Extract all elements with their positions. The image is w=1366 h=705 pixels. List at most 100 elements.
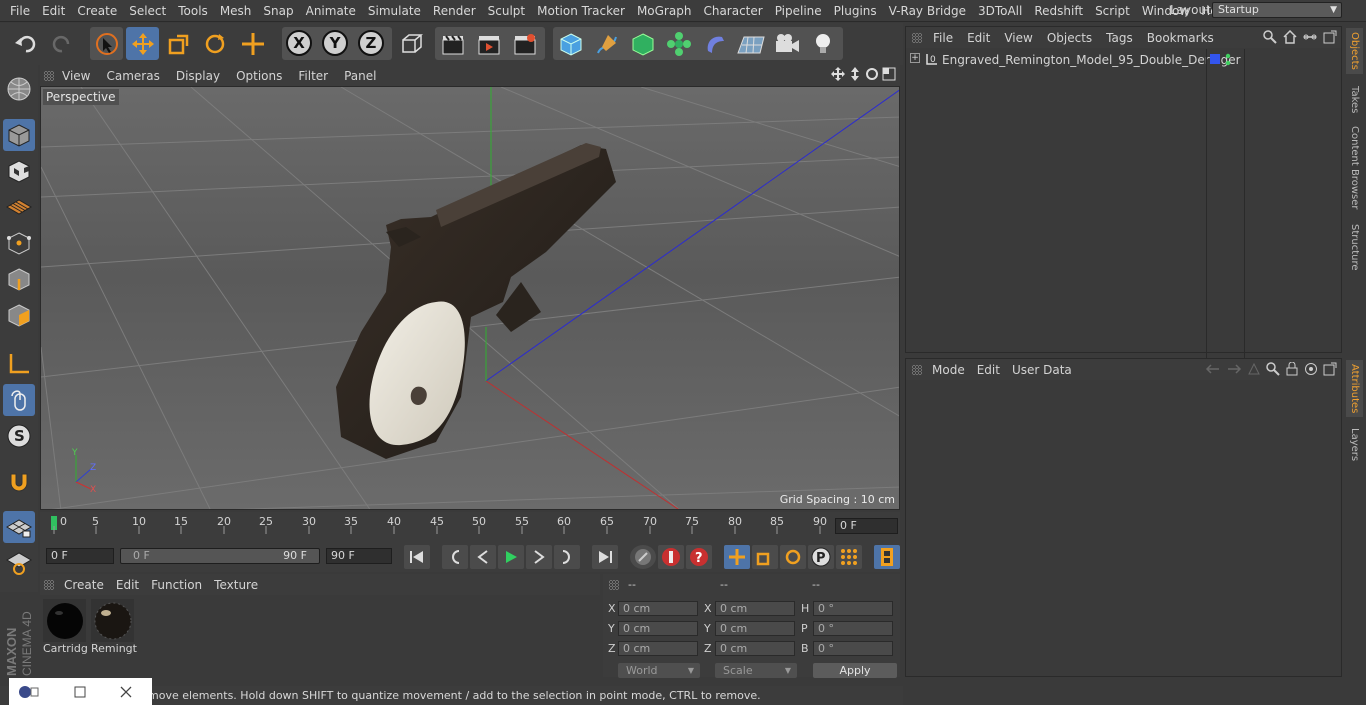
maximize-view-icon[interactable] xyxy=(882,67,896,81)
size-y-field[interactable]: 0 cm xyxy=(715,621,795,636)
floor-button[interactable] xyxy=(734,27,767,60)
tab-attributes[interactable]: Attributes xyxy=(1346,360,1363,418)
menu-redshift[interactable]: Redshift xyxy=(1028,4,1089,18)
motion-record-button[interactable] xyxy=(630,545,656,569)
position-x-field[interactable]: 0 cm xyxy=(618,601,698,616)
up-arrow-icon[interactable] xyxy=(1247,362,1261,376)
menu-character[interactable]: Character xyxy=(697,4,768,18)
zoom-view-icon[interactable] xyxy=(848,67,862,81)
menu-select[interactable]: Select xyxy=(123,4,172,18)
workplane-lock-button[interactable] xyxy=(3,511,35,543)
render-settings-button[interactable] xyxy=(508,27,541,60)
snap-button[interactable] xyxy=(3,466,35,498)
edges-mode-button[interactable] xyxy=(3,263,35,295)
object-name[interactable]: Engraved_Remington_Model_95_Double_Derin… xyxy=(942,53,1241,67)
render-view-button[interactable] xyxy=(436,27,469,60)
deringer-model[interactable] xyxy=(336,143,616,459)
rotation-p-field[interactable]: 0 ° xyxy=(813,621,893,636)
play-button[interactable] xyxy=(498,545,524,569)
menu-mograph[interactable]: MoGraph xyxy=(631,4,698,18)
drag-handle-icon[interactable] xyxy=(44,580,54,590)
deformer-button[interactable] xyxy=(698,27,731,60)
vp-menu-filter[interactable]: Filter xyxy=(290,69,336,83)
attr-menu-mode[interactable]: Mode xyxy=(926,363,971,377)
scale-dropdown[interactable]: Scale ▼ xyxy=(715,663,797,678)
menu-script[interactable]: Script xyxy=(1089,4,1136,18)
live-selection-button[interactable] xyxy=(90,27,123,60)
obj-menu-objects[interactable]: Objects xyxy=(1040,31,1099,45)
position-y-field[interactable]: 0 cm xyxy=(618,621,698,636)
lock-icon[interactable] xyxy=(1285,362,1299,376)
make-editable-button[interactable] xyxy=(3,73,35,105)
vp-menu-cameras[interactable]: Cameras xyxy=(98,69,167,83)
search-icon[interactable] xyxy=(1263,30,1277,44)
timeline-ruler[interactable]: 0 5 10 15 20 25 30 35 40 45 50 55 60 65 … xyxy=(40,512,900,542)
drag-handle-icon[interactable] xyxy=(912,365,922,375)
mat-menu-edit[interactable]: Edit xyxy=(110,578,145,592)
vp-menu-display[interactable]: Display xyxy=(168,69,228,83)
light-button[interactable] xyxy=(806,27,839,60)
menu-render[interactable]: Render xyxy=(427,4,482,18)
render-picture-viewer-button[interactable] xyxy=(472,27,505,60)
points-mode-button[interactable] xyxy=(3,227,35,259)
obj-menu-view[interactable]: View xyxy=(997,31,1039,45)
move-tool-button[interactable] xyxy=(126,27,159,60)
go-to-end-button[interactable] xyxy=(592,545,618,569)
vp-menu-view[interactable]: View xyxy=(54,69,98,83)
previous-frame-button[interactable] xyxy=(470,545,496,569)
key-parameter-button[interactable]: P xyxy=(808,545,834,569)
drag-handle-icon[interactable] xyxy=(44,70,54,81)
move-view-icon[interactable] xyxy=(831,67,845,81)
undo-button[interactable] xyxy=(9,27,42,60)
size-z-field[interactable]: 0 cm xyxy=(715,641,795,656)
new-window-icon[interactable] xyxy=(1323,30,1337,44)
tab-objects[interactable]: Objects xyxy=(1346,28,1363,74)
texture-mode-button[interactable] xyxy=(3,155,35,187)
autokey-button[interactable]: ? xyxy=(686,545,712,569)
frame-range-slider[interactable]: 0 F 90 F xyxy=(120,548,320,564)
position-z-field[interactable]: 0 cm xyxy=(618,641,698,656)
menu-file[interactable]: File xyxy=(4,4,36,18)
obj-menu-file[interactable]: File xyxy=(926,31,960,45)
drag-handle-icon[interactable] xyxy=(912,33,922,43)
menu-create[interactable]: Create xyxy=(71,4,123,18)
redo-button[interactable] xyxy=(45,27,78,60)
size-x-field[interactable]: 0 cm xyxy=(715,601,795,616)
x-axis-lock-button[interactable]: X xyxy=(286,30,312,56)
subdivision-button[interactable] xyxy=(626,27,659,60)
tab-layers[interactable]: Layers xyxy=(1346,426,1363,463)
tab-structure[interactable]: Structure xyxy=(1346,222,1363,273)
transform-tool-button[interactable] xyxy=(236,27,269,60)
new-window-icon[interactable] xyxy=(1323,362,1337,376)
attr-menu-edit[interactable]: Edit xyxy=(971,363,1006,377)
drag-handle-icon[interactable] xyxy=(609,580,619,590)
vp-menu-options[interactable]: Options xyxy=(228,69,290,83)
workplane-mode-button[interactable] xyxy=(3,191,35,223)
menu-edit[interactable]: Edit xyxy=(36,4,71,18)
previous-key-button[interactable] xyxy=(442,545,468,569)
menu-motion-tracker[interactable]: Motion Tracker xyxy=(531,4,631,18)
obj-menu-bookmarks[interactable]: Bookmarks xyxy=(1140,31,1221,45)
key-rotation-button[interactable] xyxy=(780,545,806,569)
key-scale-button[interactable] xyxy=(752,545,778,569)
visibility-dots-icon[interactable] xyxy=(1224,52,1232,66)
scale-tool-button[interactable] xyxy=(162,27,195,60)
apply-button[interactable]: Apply xyxy=(813,663,897,678)
material-swatch[interactable]: Cartridg xyxy=(43,599,88,655)
workplane-align-button[interactable] xyxy=(3,547,35,579)
menu-animate[interactable]: Animate xyxy=(300,4,362,18)
tweak-mode-button[interactable] xyxy=(3,384,35,416)
timeline-window-button[interactable] xyxy=(874,545,900,569)
material-swatch[interactable]: Remingt xyxy=(91,599,137,655)
expand-icon[interactable]: + xyxy=(910,53,920,63)
attr-menu-user-data[interactable]: User Data xyxy=(1006,363,1078,377)
close-icon[interactable] xyxy=(119,685,133,699)
record-keys-button[interactable] xyxy=(658,545,684,569)
next-frame-button[interactable] xyxy=(526,545,552,569)
menu-3dtoall[interactable]: 3DToAll xyxy=(972,4,1028,18)
home-icon[interactable] xyxy=(1283,30,1297,44)
current-frame-field[interactable]: 0 F xyxy=(835,518,898,534)
obj-menu-edit[interactable]: Edit xyxy=(960,31,997,45)
obj-menu-tags[interactable]: Tags xyxy=(1099,31,1140,45)
key-position-button[interactable] xyxy=(724,545,750,569)
